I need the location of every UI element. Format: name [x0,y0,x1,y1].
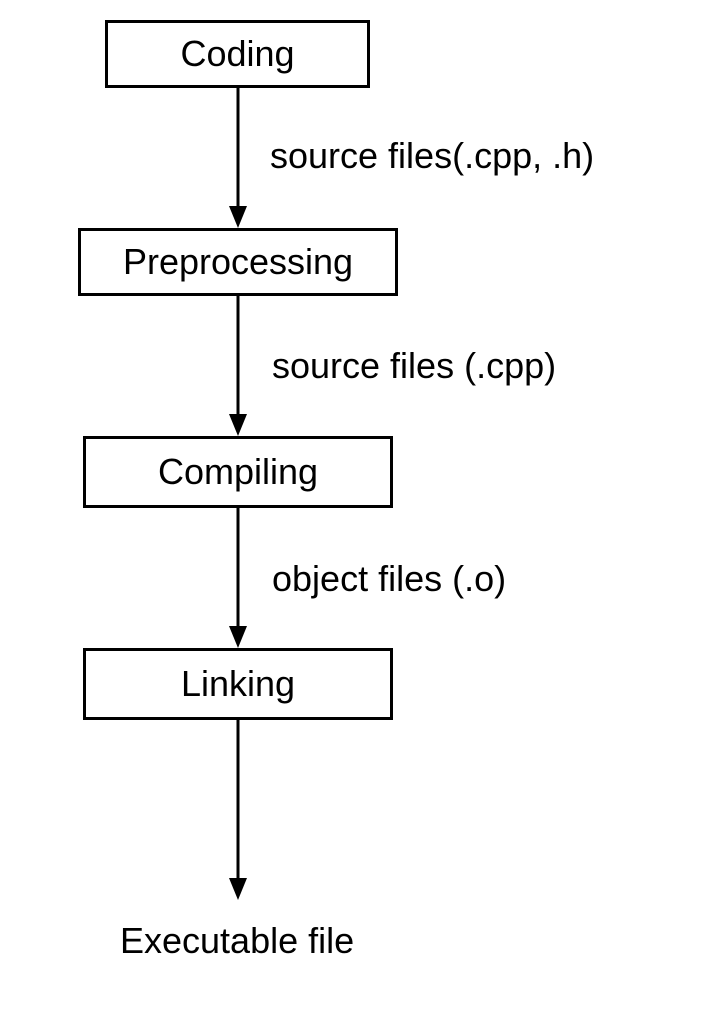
arrow-linking-to-executable [225,720,251,900]
linking-label: Linking [181,663,295,705]
coding-box: Coding [105,20,370,88]
executable-file-label: Executable file [120,920,354,962]
preprocessing-box: Preprocessing [78,228,398,296]
coding-label: Coding [180,33,294,75]
edge-label-object-files: object files (.o) [272,558,506,600]
arrow-coding-to-preprocessing [225,88,251,228]
compiling-label: Compiling [158,451,318,493]
preprocessing-label: Preprocessing [123,241,353,283]
arrow-preprocessing-to-compiling [225,296,251,436]
linking-box: Linking [83,648,393,720]
arrow-compiling-to-linking [225,508,251,648]
edge-label-source-files-cpp-h: source files(.cpp, .h) [270,135,594,177]
compiling-box: Compiling [83,436,393,508]
edge-label-source-files-cpp: source files (.cpp) [272,345,556,387]
